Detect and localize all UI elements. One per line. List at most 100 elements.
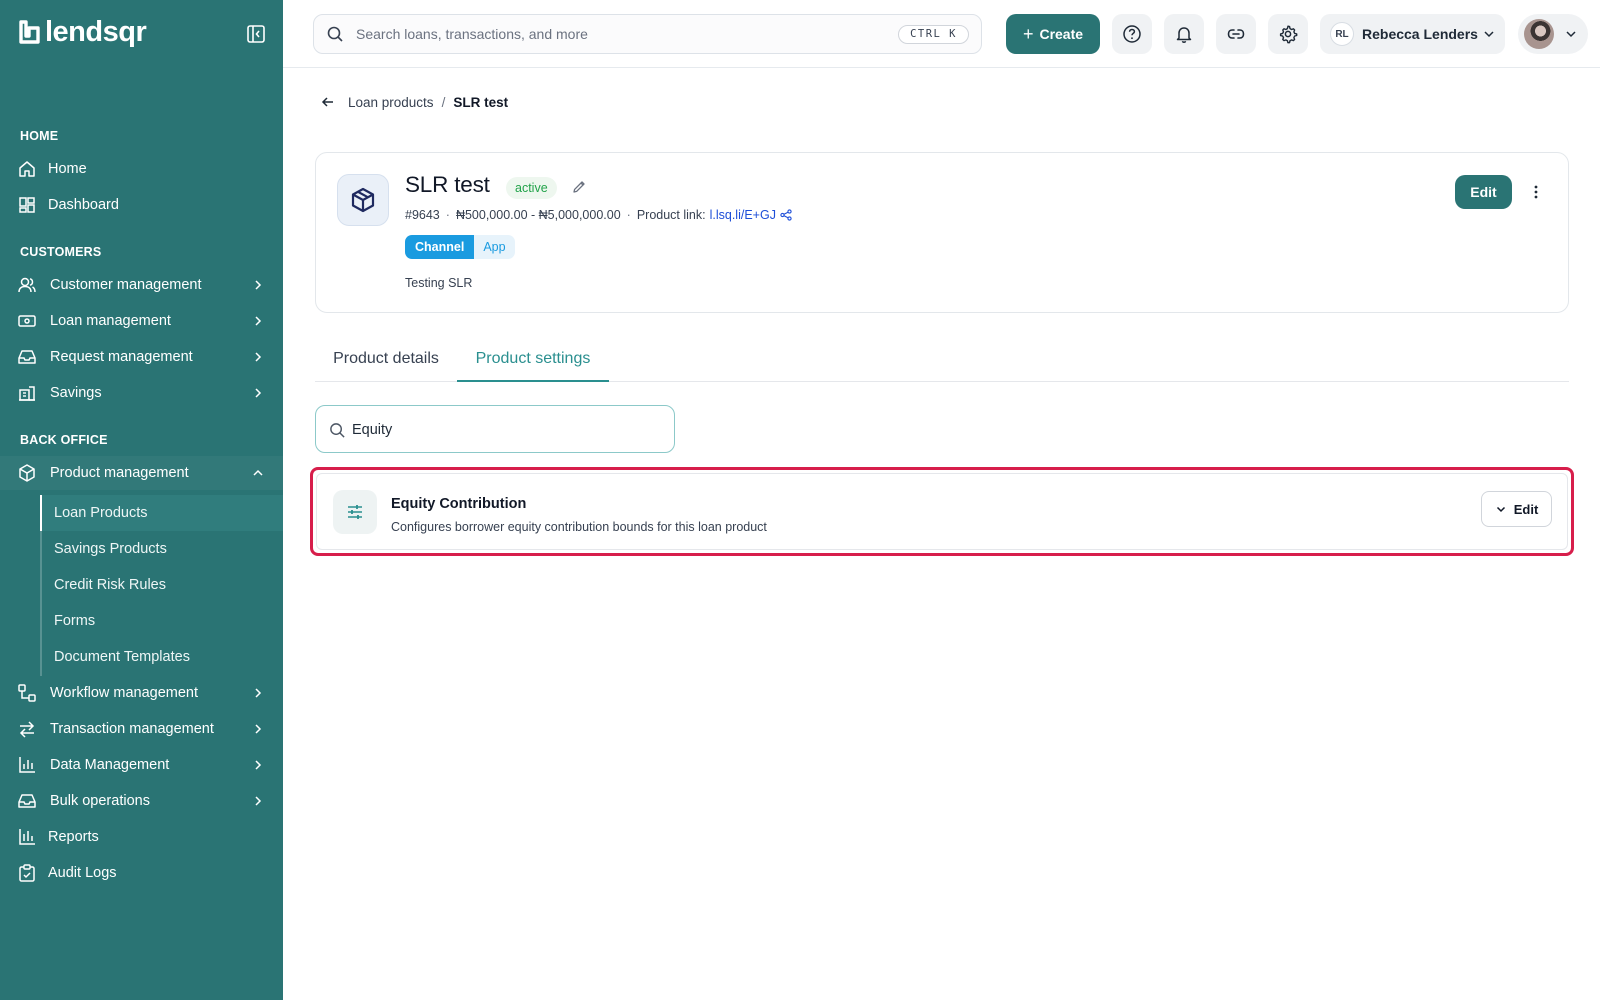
sliders-icon [348,505,362,519]
share-icon[interactable] [780,209,792,221]
banknote-icon [18,315,36,327]
package-icon [19,464,35,482]
product-tabs: Product details Product settings [315,342,1569,382]
setting-title: Equity Contribution [391,496,527,512]
global-search-input[interactable] [356,23,876,45]
settings-button[interactable] [1268,14,1308,54]
sidebar-item-loan-management[interactable]: Loan management [0,304,283,338]
sidebar-subitem-savings-products[interactable]: Savings Products [42,531,283,567]
dashboard-icon [19,197,35,213]
search-icon [327,26,343,42]
sidebar-item-reports[interactable]: Reports [0,820,283,854]
sidebar-subitem-forms[interactable]: Forms [42,603,283,639]
bell-icon [1176,27,1192,44]
gear-icon [1279,25,1298,44]
building-icon [19,386,35,401]
links-button[interactable] [1216,14,1256,54]
setting-card-equity-contribution[interactable]: Equity Contribution Configures borrower … [316,473,1568,550]
section-label-home: HOME [20,129,59,143]
edit-setting-button[interactable]: Edit [1481,491,1552,527]
chevron-down-icon [1484,31,1494,38]
logo-text: lendsqr [45,16,147,48]
meta-separator: · [626,208,631,222]
sidebar-item-label: Data Management [50,757,170,773]
edit-setting-label: Edit [1513,501,1539,517]
package-icon [351,187,375,213]
sidebar-item-workflow-management[interactable]: Workflow management [0,676,283,710]
sidebar-item-transaction-management[interactable]: Transaction management [0,712,283,746]
notifications-button[interactable] [1164,14,1204,54]
chevron-up-icon [253,469,263,476]
sidebar-item-audit-logs[interactable]: Audit Logs [0,856,283,890]
users-icon [18,277,36,293]
chevron-right-icon [255,316,262,326]
sidebar-item-dashboard[interactable]: Dashboard [0,188,283,222]
sidebar-item-label: Reports [48,829,99,845]
sidebar-item-request-management[interactable]: Request management [0,340,283,374]
tab-product-details[interactable]: Product details [315,342,457,382]
create-button-label: Create [1039,26,1084,42]
search-shortcut-badge: CTRL K [898,25,969,44]
sidebar-item-data-management[interactable]: Data Management [0,748,283,782]
product-description: Testing SLR [405,276,473,290]
chevron-down-icon [1566,31,1576,38]
sidebar-item-savings[interactable]: Savings [0,376,283,410]
page-title: SLR test [405,172,490,197]
search-icon [330,423,345,438]
breadcrumb-loan-products[interactable]: Loan products [348,95,434,110]
meta-separator: · [445,208,450,222]
arrows-exchange-icon [19,721,35,738]
product-meta: #9643 · ₦500,000.00 - ₦5,000,000.00 · Pr… [405,208,792,222]
chevron-right-icon [255,352,262,362]
channel-tags: Channel App [405,235,515,259]
breadcrumb-separator: / [441,94,446,110]
chevron-right-icon [255,388,262,398]
bar-chart-icon [19,757,35,773]
account-switcher[interactable]: RL Rebecca Lenders [1320,14,1505,54]
workflow-icon [18,684,36,702]
sidebar-collapse-icon[interactable] [246,24,266,44]
sidebar-item-label: Workflow management [50,685,199,701]
create-button[interactable]: + Create [1006,14,1100,54]
breadcrumb: Loan products / SLR test [320,93,508,111]
avatar [1524,19,1554,49]
settings-search[interactable] [315,405,675,453]
pencil-icon[interactable] [571,179,587,195]
sidebar-item-home[interactable]: Home [0,152,283,186]
chevron-right-icon [255,760,262,770]
sidebar-item-label: Dashboard [48,197,119,213]
sidebar-item-bulk-operations[interactable]: Bulk operations [0,784,283,818]
section-label-customers: CUSTOMERS [20,245,102,259]
tab-product-settings[interactable]: Product settings [457,342,609,382]
settings-search-input[interactable] [352,419,652,441]
home-icon [19,161,35,177]
section-label-back-office: BACK OFFICE [20,433,108,447]
more-actions-button[interactable] [1526,181,1546,203]
sidebar-item-label: Customer management [50,277,202,293]
more-vertical-icon [1534,185,1538,199]
chevron-right-icon [255,796,262,806]
product-link[interactable]: l.lsq.li/E+GJ [710,208,776,222]
breadcrumb-current: SLR test [453,94,509,110]
sidebar-item-label: Savings [50,385,102,401]
global-search[interactable]: CTRL K [313,14,982,54]
sidebar-item-label: Transaction management [50,721,214,737]
sidebar-subitem-loan-products[interactable]: Loan Products [40,495,283,531]
sidebar-subitem-document-templates[interactable]: Document Templates [42,639,283,675]
profile-menu-button[interactable] [1518,14,1588,54]
plus-icon: + [1022,24,1034,44]
app-logo[interactable]: lendsqr [19,16,147,48]
arrow-left-icon[interactable] [320,94,336,110]
edit-product-button[interactable]: Edit [1455,175,1512,209]
sidebar-item-product-management[interactable]: Product management [0,456,283,490]
sidebar-item-label: Home [48,161,87,177]
tag-channel: Channel [405,235,475,259]
sidebar-item-customer-management[interactable]: Customer management [0,268,283,302]
product-id: #9643 [405,208,440,222]
chevron-right-icon [255,688,262,698]
product-amount-range: ₦500,000.00 - ₦5,000,000.00 [455,208,621,222]
clipboard-check-icon [19,864,35,882]
setting-description: Configures borrower equity contribution … [391,520,767,534]
sidebar-subitem-credit-risk-rules[interactable]: Credit Risk Rules [42,567,283,603]
help-button[interactable] [1112,14,1152,54]
